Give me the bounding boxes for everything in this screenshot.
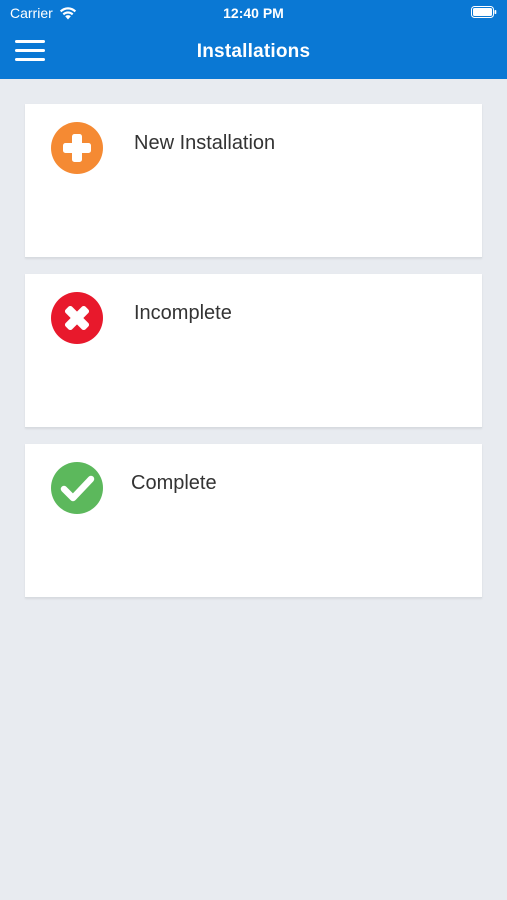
app-header: Carrier 12:40 PM Installations [0,0,507,79]
new-installation-card[interactable]: New Installation [25,104,482,258]
battery-icon [471,6,497,18]
card-label-new-installation: New Installation [134,132,276,154]
incomplete-card[interactable]: Incomplete [25,274,482,428]
status-bar: Carrier 12:40 PM [0,0,507,28]
card-label-incomplete: Incomplete [134,302,232,324]
complete-card[interactable]: Complete [25,444,482,598]
check-circle-icon [51,462,103,514]
status-time: 12:40 PM [223,5,284,21]
plus-circle-icon [51,122,103,174]
card-label-complete: Complete [131,472,217,494]
page-title: Installations [196,41,311,62]
x-circle-icon [51,292,103,344]
nav-bar: Installations [0,28,507,79]
